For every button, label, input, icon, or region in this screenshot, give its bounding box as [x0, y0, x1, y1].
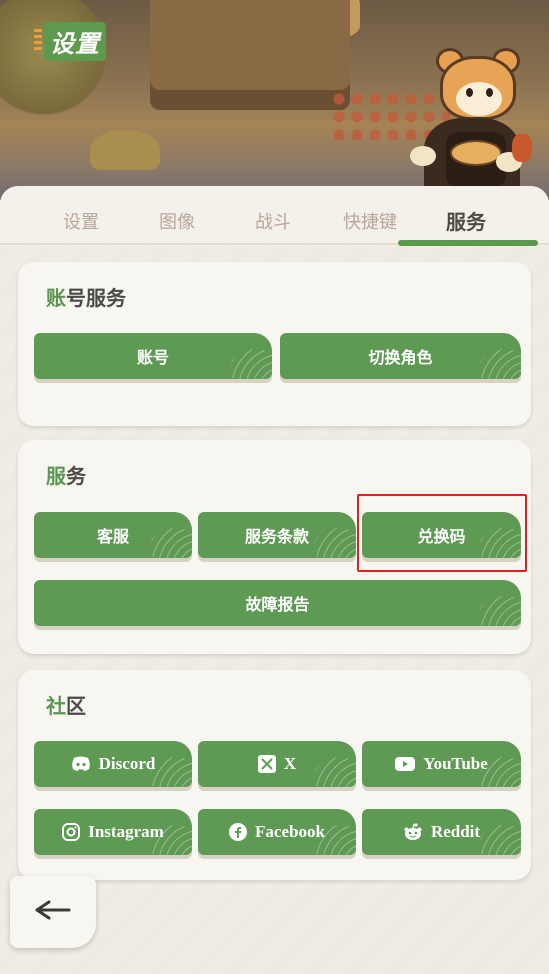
- settings-logo: 设置: [34, 21, 106, 61]
- section-title-accent: 社: [46, 694, 66, 718]
- section-title-community: 社区: [46, 690, 86, 719]
- banner-tree: [0, 0, 110, 130]
- account-button-label: 账号: [136, 348, 169, 367]
- tab-settings[interactable]: 设置: [63, 208, 99, 234]
- mascot-face: [456, 82, 502, 116]
- section-title-accent: 服: [46, 464, 66, 488]
- section-title-accent: 账: [46, 286, 66, 310]
- page-title: 设置: [44, 21, 106, 61]
- instagram-button[interactable]: Instagram: [34, 809, 192, 855]
- youtube-button-label: YouTube: [423, 754, 488, 773]
- instagram-icon: [62, 823, 81, 841]
- youtube-icon: [395, 757, 416, 771]
- reddit-button[interactable]: Reddit: [362, 809, 521, 855]
- tab-services[interactable]: 服务: [446, 206, 486, 235]
- logo-stripes: [34, 29, 42, 53]
- section-title-rest: 区: [66, 694, 86, 718]
- x-button[interactable]: X: [198, 741, 356, 787]
- section-title-rest: 号服务: [66, 286, 126, 310]
- x-button-label: X: [283, 754, 297, 773]
- x-icon: [257, 755, 276, 773]
- facebook-button-label: Facebook: [255, 822, 325, 841]
- mascot-eye-right: [486, 88, 493, 97]
- youtube-button[interactable]: YouTube: [362, 741, 521, 787]
- mascot-bread: [450, 140, 502, 166]
- facebook-button[interactable]: Facebook: [198, 809, 356, 855]
- instagram-button-label: Instagram: [88, 822, 164, 841]
- mascot-eye-left: [466, 88, 473, 97]
- redeem-code-button[interactable]: 兑换码: [362, 512, 521, 558]
- terms-of-service-button[interactable]: 服务条款: [198, 512, 356, 558]
- reddit-button-label: Reddit: [430, 822, 481, 841]
- terms-of-service-button-label: 服务条款: [244, 527, 309, 546]
- tab-shortcuts[interactable]: 快捷键: [343, 208, 397, 234]
- back-arrow-icon: [33, 898, 73, 926]
- back-button[interactable]: [10, 876, 96, 948]
- mascot-hand-left: [410, 146, 436, 166]
- bug-report-button-label: 故障报告: [245, 595, 310, 614]
- discord-icon: [71, 756, 91, 772]
- switch-character-button-label: 切换角色: [368, 348, 433, 367]
- tab-combat[interactable]: 战斗: [255, 208, 291, 234]
- mascot-cape: [512, 134, 532, 162]
- banner-hay: [90, 130, 160, 170]
- discord-button[interactable]: Discord: [34, 741, 192, 787]
- account-button[interactable]: 账号: [34, 333, 272, 379]
- section-title-rest: 务: [66, 464, 86, 488]
- section-title-service: 服务: [46, 460, 86, 489]
- hamster-mascot: [400, 42, 532, 196]
- customer-service-button[interactable]: 客服: [34, 512, 192, 558]
- tab-graphics[interactable]: 图像: [159, 208, 195, 234]
- bug-report-button[interactable]: 故障报告: [34, 580, 521, 626]
- redeem-code-button-label: 兑换码: [417, 527, 466, 546]
- banner-house: [150, 0, 350, 110]
- discord-button-label: Discord: [98, 754, 156, 773]
- facebook-icon: [229, 823, 248, 841]
- reddit-icon: [403, 823, 423, 841]
- switch-character-button[interactable]: 切换角色: [280, 333, 521, 379]
- section-title-account: 账号服务: [46, 282, 126, 311]
- customer-service-button-label: 客服: [96, 527, 129, 546]
